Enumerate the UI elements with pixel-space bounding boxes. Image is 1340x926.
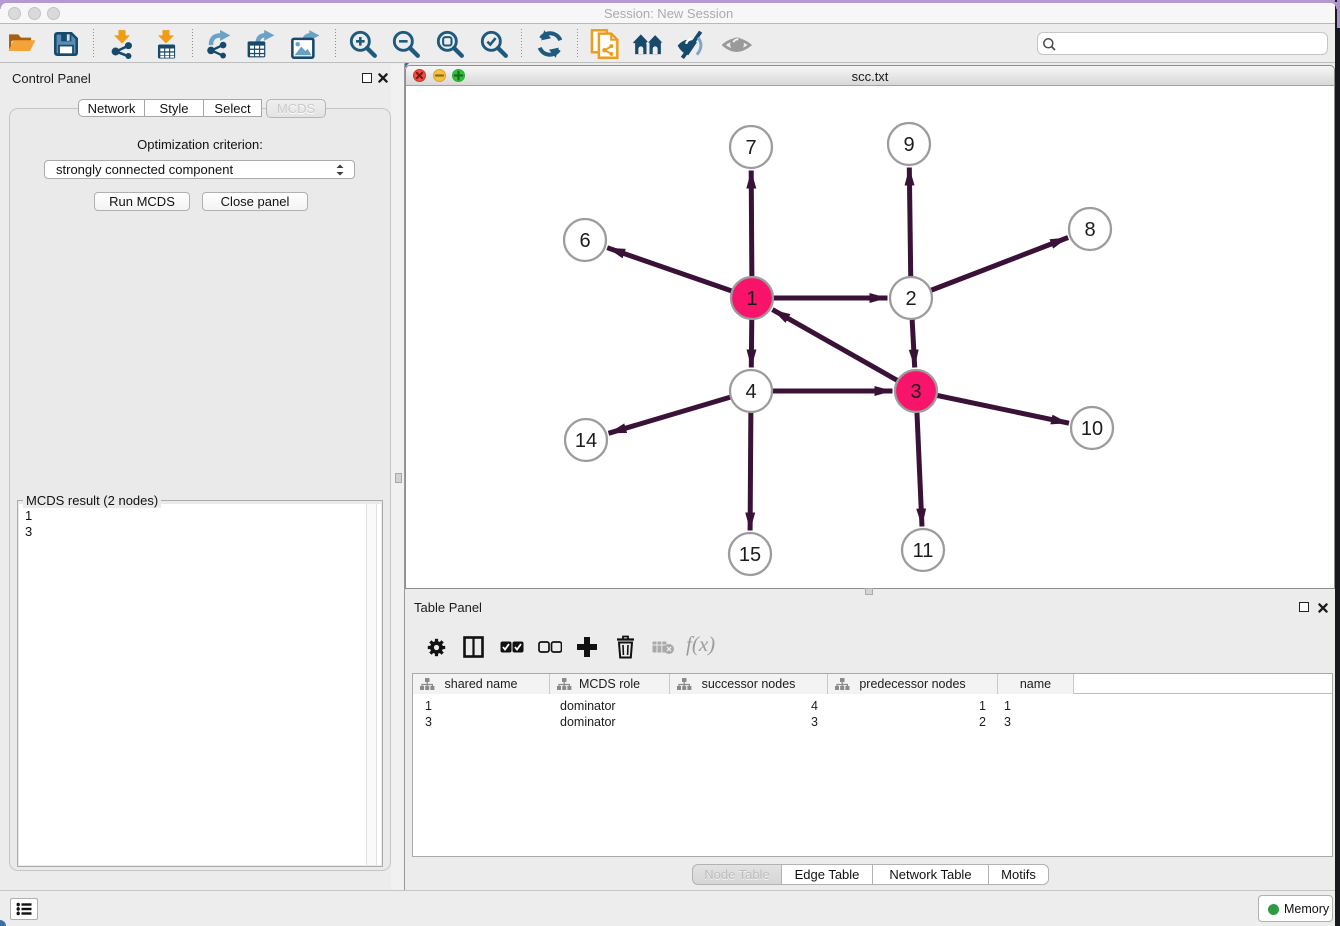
svg-text:8: 8 bbox=[1084, 219, 1095, 241]
svg-text:15: 15 bbox=[739, 544, 761, 566]
svg-text:9: 9 bbox=[903, 134, 914, 156]
svg-text:7: 7 bbox=[745, 137, 756, 159]
svg-text:11: 11 bbox=[913, 540, 934, 562]
svg-text:2: 2 bbox=[905, 288, 916, 310]
svg-text:3: 3 bbox=[910, 381, 921, 403]
svg-text:4: 4 bbox=[745, 381, 756, 403]
svg-text:10: 10 bbox=[1081, 418, 1103, 440]
svg-text:6: 6 bbox=[579, 230, 590, 252]
svg-text:14: 14 bbox=[575, 430, 597, 452]
svg-text:1: 1 bbox=[746, 288, 757, 310]
